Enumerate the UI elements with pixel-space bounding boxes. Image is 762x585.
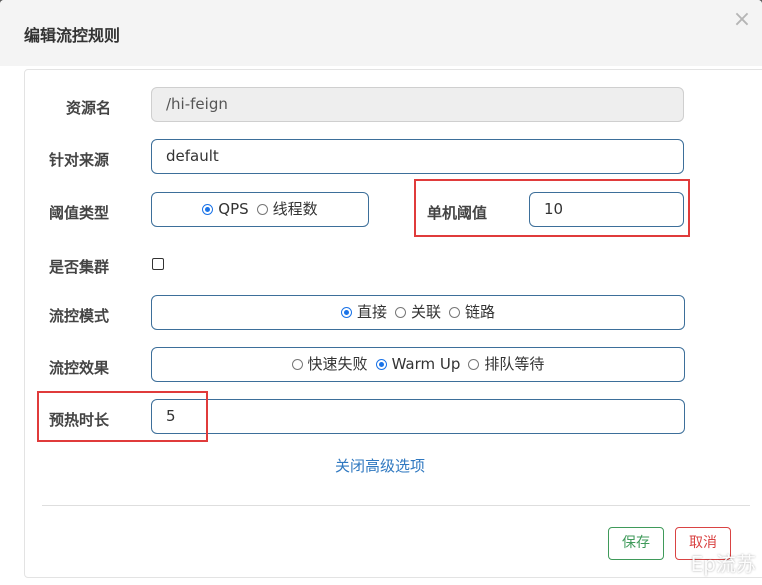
annotation-highlight-box xyxy=(414,179,690,237)
flow-mode-option-chain[interactable]: 链路 xyxy=(449,296,495,329)
flow-mode-radio-group: 直接 关联 链路 xyxy=(151,295,685,330)
flow-mode-label: 流控模式 xyxy=(49,307,110,325)
flow-effect-option-fast-fail[interactable]: 快速失败 xyxy=(291,348,368,381)
option-label: 直接 xyxy=(356,303,387,321)
cluster-checkbox[interactable] xyxy=(152,258,164,270)
warmup-duration-input[interactable]: 5 xyxy=(151,399,685,434)
annotation-highlight-box xyxy=(37,391,208,442)
option-label: 排队等待 xyxy=(484,355,545,373)
threshold-type-option-threads[interactable]: 线程数 xyxy=(256,193,318,226)
threshold-type-label: 阈值类型 xyxy=(49,204,110,222)
flow-mode-option-associated[interactable]: 关联 xyxy=(394,296,441,329)
radio-unchecked-icon[interactable] xyxy=(449,307,460,318)
option-label: 线程数 xyxy=(272,200,318,218)
flow-effect-label: 流控效果 xyxy=(49,359,110,377)
resource-label: 资源名 xyxy=(66,99,112,117)
radio-checked-icon[interactable] xyxy=(375,359,387,370)
resource-input[interactable]: /hi-feign xyxy=(151,87,684,122)
watermark: Ep流苏 xyxy=(690,552,756,576)
option-label: Warm Up xyxy=(391,355,461,373)
footer-divider xyxy=(42,505,750,506)
source-input[interactable]: default xyxy=(151,139,684,174)
threshold-type-option-qps[interactable]: QPS xyxy=(202,193,249,226)
option-label: 关联 xyxy=(410,303,441,321)
threshold-type-radio-group: QPS 线程数 xyxy=(151,192,369,227)
radio-unchecked-icon[interactable] xyxy=(394,307,406,318)
source-label: 针对来源 xyxy=(49,151,110,169)
close-icon[interactable]: × xyxy=(732,9,752,31)
flow-mode-option-direct[interactable]: 直接 xyxy=(340,296,387,329)
option-label: 链路 xyxy=(465,303,496,321)
radio-checked-icon[interactable] xyxy=(202,204,214,215)
radio-unchecked-icon[interactable] xyxy=(468,359,480,370)
save-button[interactable]: 保存 xyxy=(608,527,664,560)
radio-unchecked-icon[interactable] xyxy=(291,359,303,370)
flow-effect-option-queue[interactable]: 排队等待 xyxy=(468,348,544,381)
advanced-options-toggle-link[interactable]: 关闭高级选项 xyxy=(335,455,425,476)
flow-rule-dialog: 编辑流控规则 × 资源名 /hi-feign 针对来源 default 阈值类型… xyxy=(0,0,762,585)
option-label: QPS xyxy=(218,200,249,218)
cluster-label: 是否集群 xyxy=(49,258,110,276)
option-label: 快速失败 xyxy=(307,355,368,373)
radio-checked-icon[interactable] xyxy=(340,307,352,318)
flow-effect-radio-group: 快速失败 Warm Up 排队等待 xyxy=(151,347,685,382)
flow-effect-option-warm-up[interactable]: Warm Up xyxy=(375,348,461,381)
dialog-title: 编辑流控规则 xyxy=(24,26,121,45)
dialog-header: 编辑流控规则 × xyxy=(0,0,762,66)
radio-unchecked-icon[interactable] xyxy=(256,204,268,215)
